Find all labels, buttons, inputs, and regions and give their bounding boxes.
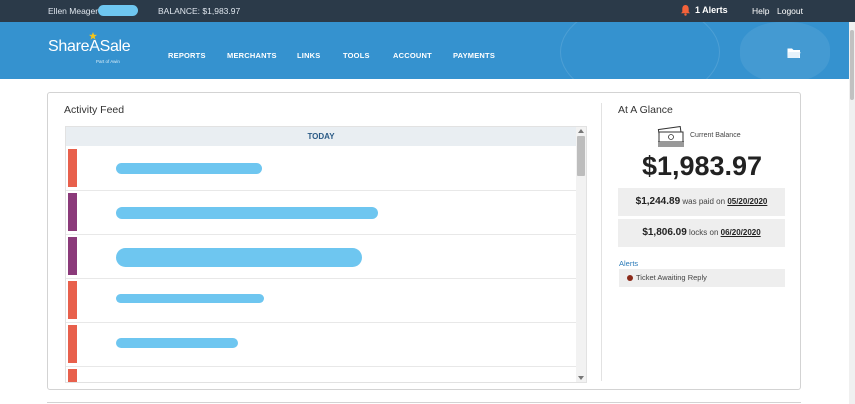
alert-dot-icon bbox=[627, 275, 633, 281]
redacted-content bbox=[116, 248, 362, 267]
user-name: Ellen Meager bbox=[48, 6, 99, 16]
feed-scrollbar[interactable] bbox=[576, 127, 586, 382]
column-divider bbox=[601, 103, 602, 381]
paid-text: was paid on bbox=[682, 197, 726, 206]
redacted-content bbox=[116, 207, 378, 219]
alert-item-text: Ticket Awaiting Reply bbox=[636, 273, 707, 282]
page-scroll-thumb[interactable] bbox=[850, 30, 854, 100]
feed-row[interactable] bbox=[66, 323, 576, 367]
feed-row[interactable] bbox=[66, 147, 576, 191]
help-link[interactable]: Help bbox=[752, 6, 769, 16]
row-color-stripe bbox=[68, 369, 77, 382]
nav-tools[interactable]: TOOLS bbox=[343, 51, 370, 60]
alerts-link[interactable]: 1 Alerts bbox=[680, 4, 728, 16]
sharesale-logo[interactable]: ShareASale bbox=[48, 32, 131, 56]
next-lock-summary: $1,806.09 locks on 06/20/2020 bbox=[618, 219, 785, 247]
nav-account[interactable]: ACCOUNT bbox=[393, 51, 432, 60]
logout-link[interactable]: Logout bbox=[777, 6, 803, 16]
main-header: ShareASale Part of Awin REPORTS MERCHANT… bbox=[0, 22, 849, 79]
scroll-thumb[interactable] bbox=[577, 136, 585, 176]
redacted-content bbox=[116, 294, 264, 303]
logo-subtitle: Part of Awin bbox=[96, 59, 120, 64]
row-color-stripe bbox=[68, 149, 77, 187]
topbar-balance: BALANCE: $1,983.97 bbox=[158, 6, 241, 16]
section-header-today: TODAY bbox=[66, 127, 576, 146]
money-stack-icon bbox=[657, 126, 684, 147]
header-decoration bbox=[560, 22, 720, 79]
nav-reports[interactable]: REPORTS bbox=[168, 51, 206, 60]
paid-date-link[interactable]: 05/20/2020 bbox=[727, 197, 767, 206]
locks-date-link[interactable]: 06/20/2020 bbox=[721, 228, 761, 237]
feed-row[interactable] bbox=[66, 191, 576, 235]
bell-icon bbox=[680, 4, 691, 16]
nav-payments[interactable]: PAYMENTS bbox=[453, 51, 495, 60]
star-icon bbox=[89, 32, 97, 40]
activity-feed-list: TODAY bbox=[65, 126, 587, 383]
current-balance-label: Current Balance bbox=[690, 132, 741, 139]
nav-merchants[interactable]: MERCHANTS bbox=[227, 51, 277, 60]
alerts-section-label: Alerts bbox=[619, 259, 639, 268]
header-decoration bbox=[740, 22, 830, 79]
feed-row[interactable] bbox=[66, 235, 576, 279]
nav-links[interactable]: LINKS bbox=[297, 51, 321, 60]
feed-row[interactable] bbox=[66, 279, 576, 323]
top-status-bar: Ellen Meager BALANCE: $1,983.97 1 Alerts… bbox=[0, 0, 855, 22]
row-color-stripe bbox=[68, 193, 77, 231]
scroll-up-icon[interactable] bbox=[578, 129, 584, 133]
at-a-glance-title: At A Glance bbox=[618, 104, 673, 116]
current-balance-amount: $1,983.97 bbox=[641, 151, 763, 181]
page-scrollbar[interactable] bbox=[849, 22, 855, 404]
paid-amount: $1,244.89 bbox=[635, 196, 681, 207]
row-color-stripe bbox=[68, 325, 77, 363]
alerts-label: 1 Alerts bbox=[695, 5, 728, 15]
alert-item-ticket[interactable]: Ticket Awaiting Reply bbox=[619, 269, 785, 287]
scroll-down-icon[interactable] bbox=[578, 376, 584, 380]
redacted-name bbox=[98, 5, 138, 16]
folder-icon[interactable] bbox=[787, 47, 801, 59]
row-color-stripe bbox=[68, 237, 77, 275]
locks-amount: $1,806.09 bbox=[642, 227, 687, 238]
row-color-stripe bbox=[68, 281, 77, 319]
logo-text: ShareASale bbox=[48, 38, 131, 55]
redacted-content bbox=[116, 338, 238, 348]
dashboard-card: Activity Feed TODAY At A Glance Current … bbox=[47, 92, 801, 390]
redacted-content bbox=[116, 163, 262, 174]
last-payment-summary: $1,244.89 was paid on 05/20/2020 bbox=[618, 188, 785, 216]
activity-feed-title: Activity Feed bbox=[64, 104, 125, 116]
locks-text: locks on bbox=[689, 228, 719, 237]
feed-row[interactable] bbox=[66, 367, 576, 382]
